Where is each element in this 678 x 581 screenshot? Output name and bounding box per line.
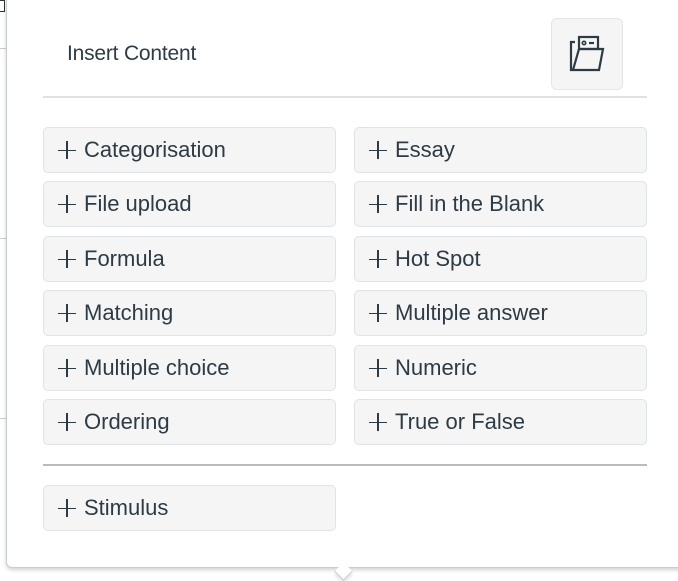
plus-icon	[58, 413, 76, 431]
add-ordering-button[interactable]: Ordering	[43, 399, 336, 445]
add-hot-spot-button[interactable]: Hot Spot	[354, 236, 647, 282]
option-label: Categorisation	[84, 137, 226, 162]
add-essay-button[interactable]: Essay	[354, 127, 647, 173]
option-label: Multiple answer	[395, 300, 548, 325]
option-label: True or False	[395, 409, 526, 434]
option-label: Matching	[84, 300, 174, 325]
add-fill-in-the-blank-button[interactable]: Fill in the Blank	[354, 181, 647, 227]
plus-icon	[58, 304, 76, 322]
header-divider	[43, 96, 647, 98]
add-multiple-choice-button[interactable]: Multiple choice	[43, 345, 336, 391]
folder-open-icon	[569, 35, 605, 72]
option-label: Formula	[84, 246, 165, 271]
add-stimulus-button[interactable]: Stimulus	[43, 485, 336, 531]
add-categorisation-button[interactable]: Categorisation	[43, 127, 336, 173]
option-label: Hot Spot	[395, 246, 481, 271]
option-label: Multiple choice	[84, 355, 230, 380]
add-formula-button[interactable]: Formula	[43, 236, 336, 282]
plus-icon	[58, 195, 76, 213]
plus-icon	[369, 359, 387, 377]
add-matching-button[interactable]: Matching	[43, 290, 336, 336]
option-label: Stimulus	[84, 495, 169, 520]
add-multiple-answer-button[interactable]: Multiple answer	[354, 290, 647, 336]
add-true-or-false-button[interactable]: True or False	[354, 399, 647, 445]
plus-icon	[58, 141, 76, 159]
option-label: Numeric	[395, 355, 477, 380]
plus-icon	[369, 413, 387, 431]
add-file-upload-button[interactable]: File upload	[43, 181, 336, 227]
plus-icon	[369, 250, 387, 268]
plus-icon	[58, 499, 76, 517]
plus-icon	[369, 304, 387, 322]
section-divider	[43, 464, 647, 466]
plus-icon	[369, 195, 387, 213]
item-bank-button[interactable]	[551, 18, 623, 90]
plus-icon	[369, 141, 387, 159]
option-label: Ordering	[84, 409, 170, 434]
popover-title: Insert Content	[67, 42, 197, 65]
plus-icon	[58, 359, 76, 377]
option-label: File upload	[84, 191, 192, 216]
add-numeric-button[interactable]: Numeric	[354, 345, 647, 391]
plus-icon	[58, 250, 76, 268]
option-label: Fill in the Blank	[395, 191, 545, 216]
background-page-glyph	[0, 0, 5, 12]
option-label: Essay	[395, 137, 455, 162]
